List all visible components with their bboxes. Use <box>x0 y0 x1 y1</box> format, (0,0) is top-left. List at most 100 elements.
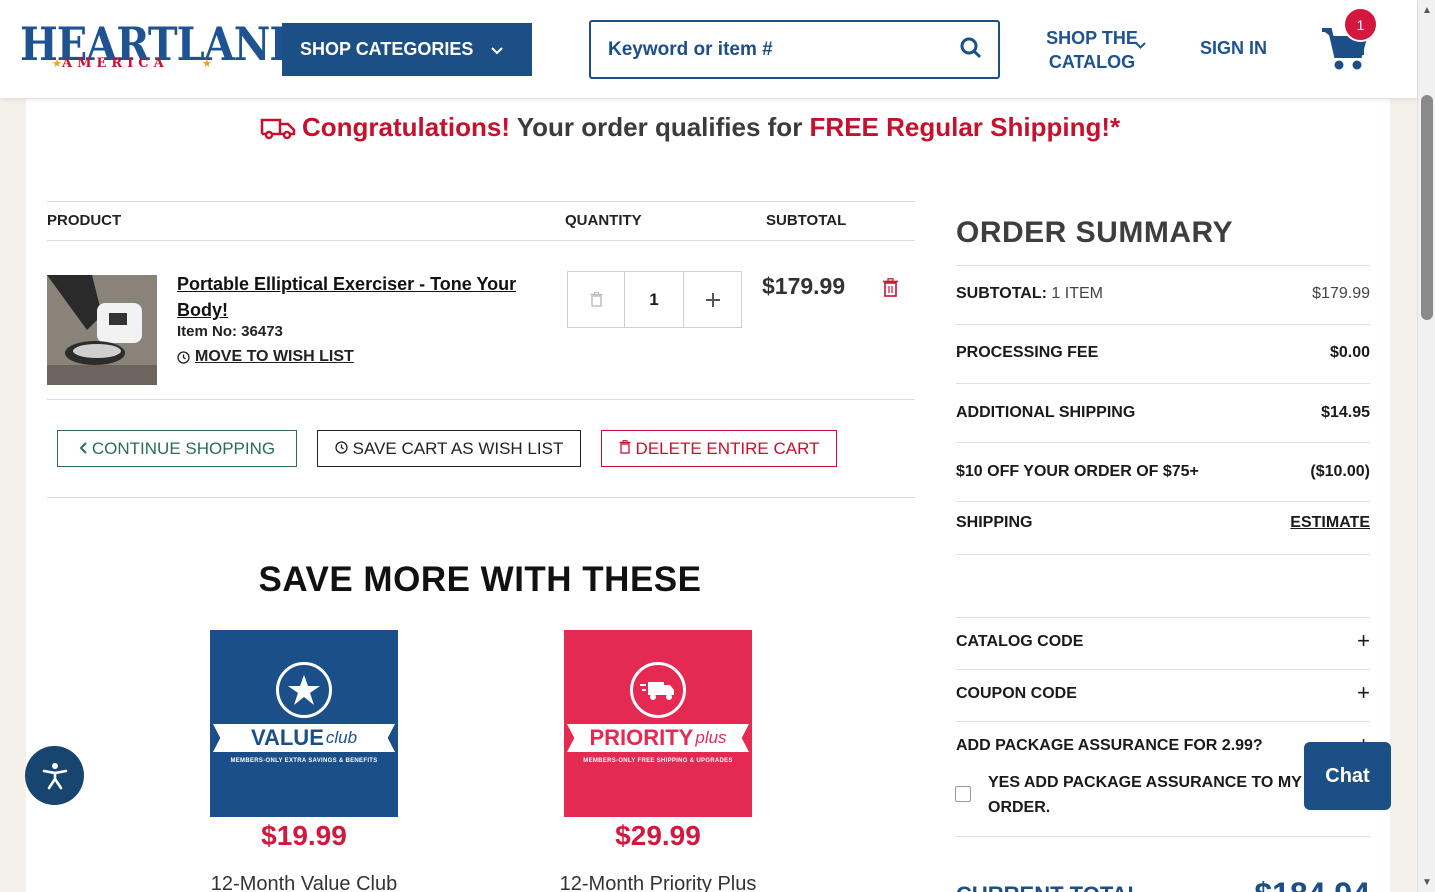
search-icon[interactable] <box>960 37 984 61</box>
save-cart-as-wish-list-button[interactable]: SAVE CART AS WISH LIST <box>317 430 581 467</box>
catalog-line1: SHOP THE <box>1046 28 1138 48</box>
divider <box>47 399 915 400</box>
shipping-estimate-link[interactable]: ESTIMATE <box>1290 514 1370 532</box>
scroll-thumb[interactable] <box>1421 95 1433 320</box>
trash-icon[interactable] <box>568 272 625 327</box>
value-brand-bold: VALUE <box>250 725 324 750</box>
scroll-down-arrow-icon[interactable]: ▼ <box>1422 877 1432 888</box>
subtotal-value: $179.99 <box>1312 285 1370 302</box>
current-total-row: CURRENT TOTAL $184.94 <box>956 876 1370 892</box>
page-scrollbar[interactable]: ▲ ▼ <box>1417 0 1435 892</box>
processing-fee-value: $0.00 <box>1329 344 1370 361</box>
plus-icon[interactable] <box>684 272 741 327</box>
divider <box>956 501 1370 502</box>
coupon-code-toggle[interactable]: COUPON CODE + <box>956 680 1370 705</box>
shop-the-catalog-link[interactable]: SHOP THE CATALOG <box>1044 26 1140 74</box>
additional-shipping-value: $14.95 <box>1321 404 1370 421</box>
delivery-truck-icon <box>630 662 686 718</box>
chat-button[interactable]: Chat <box>1304 742 1391 810</box>
product-image[interactable] <box>47 275 157 385</box>
value-club-banner: VALUE club <box>213 724 395 752</box>
catalog-code-toggle[interactable]: CATALOG CODE + <box>956 628 1370 653</box>
move-to-wish-label: MOVE TO WISH LIST <box>195 348 354 365</box>
priority-plus-price: $29.99 <box>615 820 701 851</box>
value-club-tagline: MEMBERS-ONLY EXTRA SAVINGS & BENEFITS <box>230 758 378 764</box>
scroll-up-arrow-icon[interactable]: ▲ <box>1422 5 1432 16</box>
priority-brand-light: plus <box>695 728 727 747</box>
column-header-quantity: QUANTITY <box>565 212 642 229</box>
history-icon <box>335 439 353 459</box>
divider <box>47 240 915 241</box>
chevron-down-icon <box>491 42 504 58</box>
trash-icon[interactable] <box>882 278 899 298</box>
summary-discount-row: $10 OFF YOUR ORDER OF $75+ ($10.00) <box>956 463 1370 481</box>
free-shipping-text: FREE Regular Shipping!* <box>809 112 1121 142</box>
divider <box>956 836 1370 837</box>
divider <box>47 201 915 202</box>
package-assurance-checkbox[interactable] <box>955 786 971 802</box>
divider <box>47 497 915 498</box>
continue-shopping-button[interactable]: CONTINUE SHOPPING <box>57 430 297 467</box>
summary-subtotal-row: SUBTOTAL: 1 ITEM $179.99 <box>956 285 1370 303</box>
continue-shopping-label: CONTINUE SHOPPING <box>91 438 276 458</box>
summary-processing-row: PROCESSING FEE $0.00 <box>956 344 1370 362</box>
qualifies-text: Your order qualifies for <box>510 112 810 142</box>
quantity-stepper: 1 <box>567 271 742 328</box>
subtotal-item-count: 1 ITEM <box>1046 285 1103 302</box>
cart-count-badge: 1 <box>1343 7 1378 42</box>
chevron-down-icon <box>1135 38 1146 52</box>
item-number: Item No: 36473 <box>177 323 283 340</box>
current-total-label: CURRENT TOTAL <box>956 882 1141 892</box>
processing-fee-label: PROCESSING FEE <box>956 344 1099 361</box>
additional-shipping-label: ADDITIONAL SHIPPING <box>956 404 1136 421</box>
search-box <box>589 20 1000 79</box>
priority-plus-card[interactable]: PRIORITY plus MEMBERS-ONLY FREE SHIPPING … <box>564 630 752 817</box>
accessibility-icon[interactable] <box>25 746 84 805</box>
subtotal-label: SUBTOTAL: <box>956 285 1047 302</box>
value-club-card[interactable]: VALUE club MEMBERS-ONLY EXTRA SAVINGS & B… <box>210 630 398 817</box>
priority-plus-banner: PRIORITY plus <box>567 724 749 752</box>
package-assurance-label: ADD PACKAGE ASSURANCE FOR 2.99? <box>956 737 1263 754</box>
priority-plus-tagline: MEMBERS-ONLY FREE SHIPPING & UPGRADES <box>583 758 733 764</box>
shop-categories-button[interactable]: SHOP CATEGORIES <box>282 23 532 76</box>
logo-subtitle: AMERICA <box>62 56 169 71</box>
column-header-subtotal: SUBTOTAL <box>766 212 847 229</box>
trash-icon <box>619 439 636 459</box>
sign-in-link[interactable]: SIGN IN <box>1200 38 1267 59</box>
congrats-text: Congratulations! <box>302 112 510 142</box>
search-input[interactable] <box>608 38 938 61</box>
plus-icon: + <box>1357 680 1370 705</box>
star-icon: ★ <box>52 58 62 70</box>
discount-label: $10 OFF YOUR ORDER OF $75+ <box>956 463 1199 480</box>
value-brand-light: club <box>325 728 358 747</box>
package-assurance-checkbox-label[interactable]: YES ADD PACKAGE ASSURANCE TO MY ORDER. <box>988 770 1308 820</box>
product-name-link[interactable]: Portable Elliptical Exerciser - Tone You… <box>177 271 547 323</box>
heartland-america-logo[interactable]: HEARTLAND ★ AMERICA ★ <box>20 21 304 74</box>
shop-categories-label: SHOP CATEGORIES <box>300 39 474 59</box>
truck-icon <box>260 114 296 142</box>
discount-value: ($10.00) <box>1310 463 1370 480</box>
plus-icon: + <box>1357 628 1370 653</box>
value-club-name[interactable]: 12-Month Value Club <box>200 873 408 892</box>
divider <box>956 442 1370 443</box>
current-total-value: $184.94 <box>1254 876 1370 892</box>
summary-shipping-row: SHIPPING ESTIMATE <box>956 514 1370 532</box>
divider <box>956 324 1370 325</box>
value-club-price: $19.99 <box>261 820 347 851</box>
free-shipping-banner: Congratulations! Your order qualifies fo… <box>260 112 1120 143</box>
shipping-label: SHIPPING <box>956 514 1033 531</box>
priority-plus-name[interactable]: 12-Month Priority Plus <box>544 873 772 892</box>
move-to-wish-list-link[interactable]: MOVE TO WISH LIST <box>177 348 354 366</box>
summary-additional-shipping-row: ADDITIONAL SHIPPING $14.95 <box>956 404 1370 422</box>
catalog-code-label: CATALOG CODE <box>956 633 1084 650</box>
order-summary-title: ORDER SUMMARY <box>956 216 1234 249</box>
priority-brand-bold: PRIORITY <box>589 725 694 750</box>
star-icon: ★ <box>202 58 212 70</box>
column-header-product: PRODUCT <box>47 212 122 229</box>
divider <box>956 669 1370 670</box>
divider <box>956 265 1370 266</box>
divider <box>956 721 1370 722</box>
quantity-value[interactable]: 1 <box>625 272 684 327</box>
save-cart-label: SAVE CART AS WISH LIST <box>352 438 564 458</box>
delete-entire-cart-button[interactable]: DELETE ENTIRE CART <box>601 430 837 467</box>
